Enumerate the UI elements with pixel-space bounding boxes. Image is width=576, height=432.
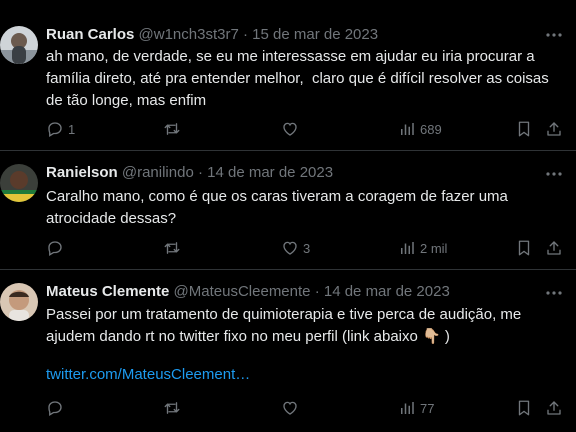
- tweet-card[interactable]: Ruan Carlos @w1nch3st3r7 · 15 de mar de …: [0, 0, 576, 151]
- views-icon: [401, 402, 414, 414]
- tweet-date[interactable]: 15 de mar de 2023: [252, 26, 378, 43]
- tweet-link[interactable]: twitter.com/MateusCleement…: [46, 364, 250, 386]
- separator: ·: [314, 283, 320, 300]
- views-button[interactable]: 77: [398, 398, 434, 418]
- more-icon[interactable]: [544, 25, 564, 45]
- like-button[interactable]: 3: [281, 238, 310, 258]
- retweet-button[interactable]: [163, 398, 185, 418]
- share-button[interactable]: [545, 238, 563, 258]
- reply-icon: [48, 241, 62, 256]
- tweet-text: ah mano, de verdade, se eu me interessas…: [46, 48, 553, 109]
- more-icon[interactable]: [544, 164, 564, 184]
- author-name[interactable]: Mateus Clemente: [46, 283, 169, 300]
- bookmark-button[interactable]: [515, 119, 533, 139]
- tweet-card[interactable]: Ranielson @ranilindo · 14 de mar de 2023…: [0, 151, 576, 270]
- views-button[interactable]: 2 mil: [398, 238, 447, 258]
- tweet-date[interactable]: 14 de mar de 2023: [324, 283, 450, 300]
- author-name[interactable]: Ruan Carlos: [46, 26, 134, 43]
- like-button[interactable]: [281, 119, 303, 139]
- share-button[interactable]: [545, 119, 563, 139]
- heart-icon: [283, 241, 297, 255]
- tweet-header: Ruan Carlos @w1nch3st3r7 · 15 de mar de …: [46, 25, 378, 45]
- heart-icon: [283, 122, 297, 136]
- retweet-icon: [164, 242, 180, 254]
- author-handle[interactable]: @w1nch3st3r7: [139, 26, 239, 43]
- tweet-text: Passei por um tratamento de quimioterapi…: [46, 306, 526, 345]
- bookmark-icon: [518, 400, 530, 416]
- author-name[interactable]: Ranielson: [46, 164, 118, 181]
- views-count: 689: [420, 121, 442, 137]
- separator: ·: [242, 26, 248, 43]
- retweet-button[interactable]: [163, 238, 185, 258]
- reply-count: 1: [68, 121, 76, 137]
- reply-icon: [48, 122, 62, 137]
- views-count: 77: [420, 400, 435, 416]
- tweet-header: Ranielson @ranilindo · 14 de mar de 2023: [46, 163, 333, 183]
- bookmark-icon: [518, 240, 530, 256]
- like-button[interactable]: [281, 398, 303, 418]
- share-icon: [547, 122, 561, 136]
- retweet-button[interactable]: [163, 119, 185, 139]
- share-icon: [547, 401, 561, 415]
- tweet-header: Mateus Clemente @MateusCleemente · 14 de…: [46, 282, 450, 302]
- bookmark-icon: [518, 121, 530, 137]
- views-count: 2 mil: [420, 240, 448, 256]
- avatar[interactable]: [0, 283, 38, 321]
- avatar[interactable]: [0, 164, 38, 202]
- reply-icon: [48, 401, 62, 416]
- tweet-card[interactable]: Mateus Clemente @MateusCleemente · 14 de…: [0, 270, 576, 432]
- retweet-icon: [164, 402, 180, 414]
- reply-button[interactable]: [46, 238, 68, 258]
- heart-icon: [283, 401, 297, 415]
- tweet-text: Caralho mano, como é que os caras tivera…: [46, 188, 513, 227]
- bookmark-button[interactable]: [515, 398, 533, 418]
- like-count: 3: [303, 240, 311, 256]
- views-button[interactable]: 689: [398, 119, 442, 139]
- bookmark-button[interactable]: [515, 238, 533, 258]
- views-icon: [401, 242, 414, 254]
- reply-button[interactable]: [46, 398, 68, 418]
- share-button[interactable]: [545, 398, 563, 418]
- views-icon: [401, 123, 414, 135]
- avatar[interactable]: [0, 26, 38, 64]
- more-icon[interactable]: [544, 283, 564, 303]
- tweet-date[interactable]: 14 de mar de 2023: [207, 164, 333, 181]
- reply-button[interactable]: 1: [46, 119, 75, 139]
- separator: ·: [197, 164, 203, 181]
- share-icon: [547, 241, 561, 255]
- author-handle[interactable]: @ranilindo: [122, 164, 194, 181]
- author-handle[interactable]: @MateusCleemente: [174, 283, 311, 300]
- retweet-icon: [164, 123, 180, 135]
